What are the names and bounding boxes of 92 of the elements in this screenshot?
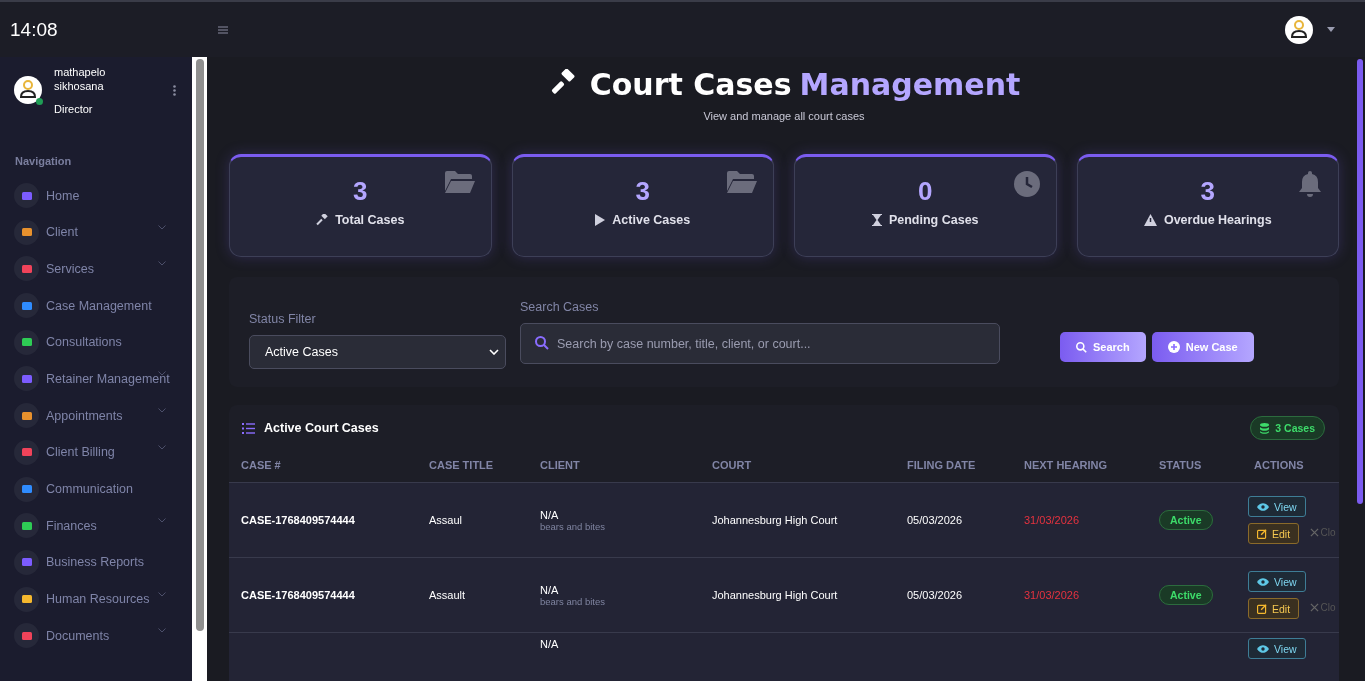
clock-time: 14:08 (10, 18, 59, 41)
next-hearing-date: 31/03/2026 (1024, 514, 1080, 526)
column-header: CASE # (241, 458, 281, 471)
nav-item[interactable]: Human Resources (14, 586, 192, 612)
close-icon (1309, 602, 1319, 612)
caret-icon[interactable] (1327, 27, 1335, 32)
eye-icon (1257, 502, 1269, 511)
stat-label: Total Cases (335, 213, 405, 227)
column-header: COURT (712, 458, 752, 471)
gavel-icon (316, 214, 329, 226)
stat-value: 3 (1200, 176, 1215, 207)
stat-label: Overdue Hearings (1163, 213, 1272, 227)
filing-date: 05/03/2026 (907, 589, 963, 601)
stat-value: 3 (353, 176, 368, 207)
nav-item[interactable]: Documents (14, 623, 192, 649)
status-filter-label: Status Filter (249, 311, 317, 326)
column-header: NEXT HEARING (1024, 458, 1108, 471)
play-icon (595, 214, 606, 226)
folder-icon (444, 171, 475, 193)
nav-item[interactable]: Client Billing (14, 439, 192, 465)
case-number: CASE-1768409574444 (241, 589, 355, 601)
case-title: Assaul (429, 514, 463, 526)
nav-heading: Navigation (15, 155, 73, 167)
more-icon[interactable] (173, 84, 176, 96)
column-header: STATUS (1159, 458, 1202, 471)
client-name: N/A (540, 508, 560, 521)
chevron-icon (489, 348, 499, 355)
column-header: ACTIONS (1254, 458, 1304, 471)
database-icon (1260, 422, 1270, 434)
case-number: CASE-1768409574444 (241, 514, 355, 526)
status-filter-dropdown[interactable]: Active Cases (249, 334, 506, 369)
list-icon (242, 422, 255, 434)
nav-item[interactable]: Services (14, 256, 192, 282)
nav-item[interactable]: Home (14, 183, 192, 208)
nav-item[interactable]: Case Management (14, 293, 192, 319)
view-button[interactable]: View (1248, 496, 1306, 517)
close-icon (1309, 527, 1319, 537)
page-title-accent: Management (799, 67, 1021, 102)
status-badge: Active (1159, 510, 1213, 530)
column-header: CASE TITLE (429, 458, 494, 471)
warning-icon (1143, 214, 1157, 226)
column-header: FILING DATE (907, 458, 976, 471)
page-subtitle: View and manage all court cases (702, 110, 866, 122)
view-button[interactable]: View (1248, 571, 1306, 592)
hourglass-icon (871, 214, 882, 226)
bell-icon (1298, 171, 1322, 197)
avatar-icon[interactable] (1285, 15, 1313, 44)
court-name: Johannesburg High Court (712, 514, 838, 526)
client-note: bears and bites (540, 520, 606, 532)
client-note: bears and bites (540, 595, 606, 607)
nav-item[interactable]: Finances (14, 513, 192, 539)
stat-label: Pending Cases (888, 213, 979, 227)
client-name: N/A (540, 583, 560, 596)
search-icon (1076, 341, 1087, 353)
nav-item[interactable]: Client (14, 219, 192, 245)
edit-button[interactable]: Edit (1248, 598, 1300, 619)
nav-item[interactable]: Retainer Management (14, 366, 192, 392)
status-badge: Active (1159, 585, 1213, 605)
stat-value: 0 (918, 176, 933, 207)
next-hearing-date: 31/03/2026 (1024, 589, 1080, 601)
case-title: Assault (429, 589, 466, 601)
search-button[interactable]: Search (1060, 332, 1146, 362)
edit-icon (1257, 603, 1267, 614)
user-role: Director (54, 103, 94, 115)
column-header: CLIENT (540, 458, 580, 471)
search-icon (535, 336, 549, 350)
folder-icon (727, 171, 757, 193)
avatar-icon (14, 76, 42, 104)
table-title: Active Court Cases (264, 421, 379, 435)
client-name: N/A (540, 638, 560, 650)
stat-value: 3 (635, 176, 650, 207)
clock-icon (1013, 171, 1040, 197)
court-name: Johannesburg High Court (712, 589, 838, 601)
eye-icon (1257, 577, 1269, 586)
new-case-button[interactable]: New Case (1151, 332, 1254, 362)
user-name: mathapelo sikhosana (54, 65, 107, 93)
case-count-badge: 3 Cases (1250, 416, 1325, 440)
nav-item[interactable]: Consultations (14, 329, 192, 355)
page-title: Court Cases (589, 67, 792, 102)
nav-item[interactable]: Business Reports (14, 549, 192, 575)
search-label: Search Cases (520, 300, 600, 314)
eye-icon (1257, 644, 1269, 653)
view-button[interactable]: View (1248, 638, 1306, 659)
plus-circle-icon (1167, 341, 1180, 353)
nav-item[interactable]: Communication (14, 476, 192, 502)
filing-date: 05/03/2026 (907, 514, 963, 526)
edit-button[interactable]: Edit (1248, 523, 1300, 544)
edit-icon (1257, 528, 1267, 539)
search-field[interactable]: Search by case number, title, client, or court... (520, 323, 1000, 364)
stat-label: Active Cases (612, 213, 691, 227)
nav-item[interactable]: Appointments (14, 403, 192, 429)
scrollbar[interactable] (192, 57, 207, 681)
